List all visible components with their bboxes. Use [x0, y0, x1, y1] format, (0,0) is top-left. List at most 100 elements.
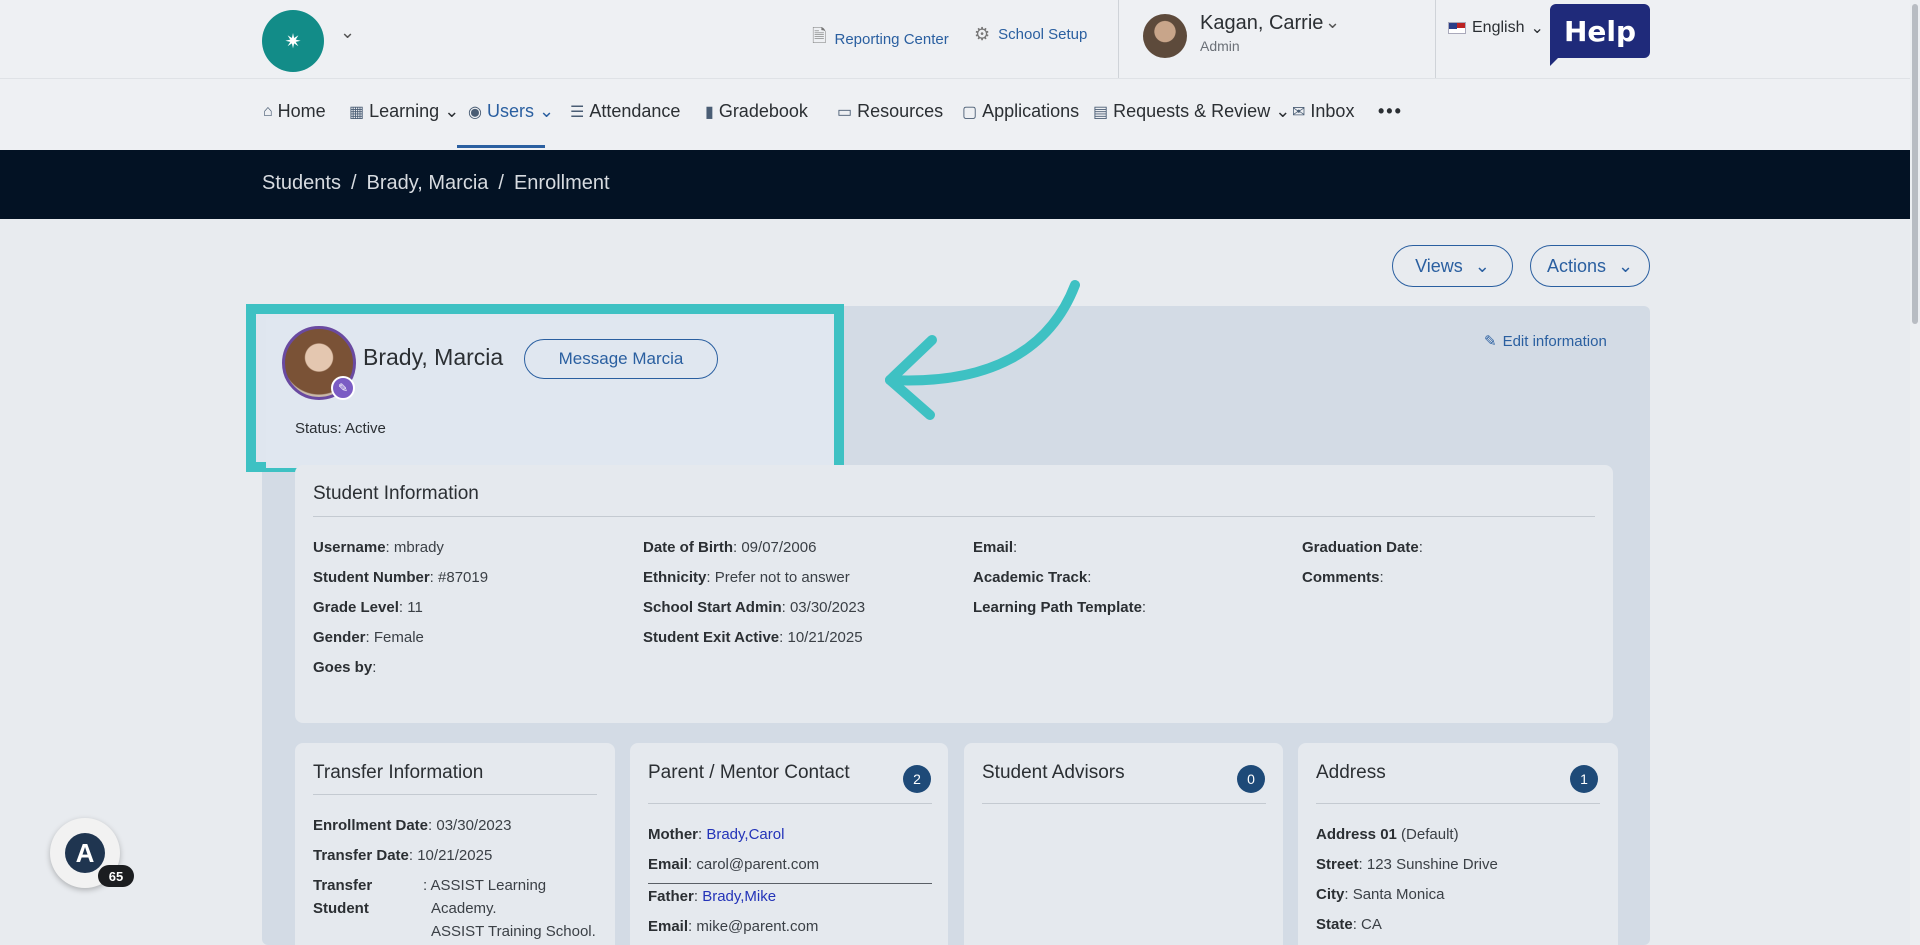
field-username: Username: mbrady	[313, 539, 444, 556]
chevron-down-icon: ⌄	[444, 101, 460, 121]
laptop-icon: ▭	[837, 103, 853, 121]
field-learning-path: Learning Path Template:	[973, 599, 1147, 616]
mother-link[interactable]: Brady,Carol	[706, 826, 784, 843]
breadcrumb-band: Students / Brady, Marcia / Enrollment	[0, 150, 1920, 219]
nav-item-inbox[interactable]: ✉ Inbox	[1292, 101, 1354, 122]
field-transfer-date: Transfer Date: 10/21/2025	[313, 847, 493, 864]
pointer-arrow-icon	[885, 280, 1080, 420]
divider	[313, 794, 597, 795]
book-icon: ▮	[705, 103, 714, 121]
scrollbar-thumb[interactable]	[1912, 4, 1918, 324]
pencil-icon: ✎	[1484, 333, 1497, 350]
nav-item-home[interactable]: ⌂ Home	[263, 101, 326, 122]
field-graduation-date: Graduation Date:	[1302, 539, 1423, 556]
nav-label: Learning	[369, 101, 440, 121]
clipboard-icon: ▤	[1093, 103, 1109, 121]
nav-label: Applications	[982, 101, 1080, 121]
edit-information-label: Edit information	[1502, 332, 1607, 350]
notification-count-badge: 65	[98, 865, 134, 887]
avatar[interactable]	[1143, 14, 1187, 58]
field-gender: Gender: Female	[313, 629, 424, 646]
chevron-down-icon: ⌄	[538, 101, 555, 121]
field-transfer-student-label: Student	[313, 900, 369, 917]
nav-item-users[interactable]: ◉ Users ⌄	[468, 101, 554, 122]
help-button[interactable]: Help	[1550, 4, 1650, 58]
message-student-button[interactable]: Message Marcia	[524, 339, 718, 379]
nav-label: Users	[486, 101, 534, 121]
field-transfer-student-label: Transfer	[313, 877, 373, 894]
divider	[648, 803, 932, 804]
field-comments: Comments:	[1302, 569, 1384, 586]
field-student-exit: Student Exit Active: 10/21/2025	[643, 629, 863, 646]
field-transfer-student-value: : ASSIST Learning	[423, 877, 547, 894]
field-mother-email: Email: carol@parent.com	[648, 856, 820, 873]
field-city: City: Santa Monica	[1316, 886, 1445, 903]
nav-label: Attendance	[589, 101, 681, 121]
school-setup-label: School Setup	[998, 26, 1088, 43]
nav-item-attendance[interactable]: ☰ Attendance	[570, 101, 680, 122]
divider	[1316, 803, 1600, 804]
breadcrumb-separator: /	[350, 172, 357, 194]
nav-label: Resources	[857, 101, 944, 121]
chevron-down-icon: ⌄	[1275, 101, 1291, 121]
breadcrumb-enrollment: Enrollment	[513, 172, 610, 194]
school-logo[interactable]: ✷	[262, 10, 324, 72]
field-school-start: School Start Admin: 03/30/2023	[643, 599, 866, 616]
field-street: Street: 123 Sunshine Drive	[1316, 856, 1498, 873]
user-circle-icon: ◉	[468, 103, 482, 121]
reporting-center-label: Reporting Center	[834, 30, 949, 48]
breadcrumb-separator: /	[498, 172, 504, 194]
nav-item-gradebook[interactable]: ▮ Gradebook	[705, 101, 808, 122]
panel-title: Parent / Mentor Contact	[648, 762, 850, 783]
field-grade-level: Grade Level: 11	[313, 599, 423, 616]
field-ethnicity: Ethnicity: Prefer not to answer	[643, 569, 850, 586]
chat-icon: ▢	[962, 103, 978, 121]
edit-information-link[interactable]: ✎ Edit information	[1484, 332, 1607, 351]
chevron-down-icon: ⌄	[1530, 20, 1544, 37]
father-link[interactable]: Brady,Mike	[702, 888, 776, 905]
breadcrumb-students[interactable]: Students	[262, 172, 341, 195]
views-label: Views	[1415, 255, 1463, 276]
nav-item-resources[interactable]: ▭ Resources	[837, 101, 943, 122]
divider	[1435, 0, 1436, 78]
pencil-icon[interactable]: ✎	[331, 376, 355, 400]
school-setup-link[interactable]: ⚙ School Setup	[974, 24, 1087, 45]
nav-item-learning[interactable]: ▦ Learning ⌄	[349, 101, 459, 122]
language-label: English	[1472, 19, 1525, 36]
assistant-logo-icon: A	[65, 833, 105, 873]
panel-title: Address	[1316, 762, 1386, 783]
field-academic-track: Academic Track:	[973, 569, 1092, 586]
field-email: Email:	[973, 539, 1018, 556]
reporting-center-link[interactable]: 🗎 Reporting Center	[812, 24, 949, 54]
student-information-panel	[295, 465, 1613, 723]
chevron-down-icon: ⌄	[1474, 255, 1490, 276]
active-tab-indicator	[457, 145, 545, 148]
language-selector[interactable]: English ⌄	[1448, 18, 1544, 38]
chevron-down-icon[interactable]: ⌄	[340, 22, 355, 43]
mail-icon: ✉	[1292, 103, 1306, 121]
field-enrollment-date: Enrollment Date: 03/30/2023	[313, 817, 512, 834]
top-header: ✷ ⌄ 🗎 Reporting Center ⚙ School Setup Ka…	[0, 0, 1920, 78]
user-name[interactable]: Kagan, Carrie	[1200, 12, 1323, 35]
panel-title: Student Information	[313, 483, 479, 504]
document-icon: 🗎	[812, 26, 827, 46]
nav-item-requests-review[interactable]: ▤ Requests & Review ⌄	[1093, 101, 1290, 122]
field-state: State: CA	[1316, 916, 1382, 933]
count-badge: 0	[1237, 765, 1265, 793]
actions-dropdown[interactable]: Actions ⌄	[1530, 245, 1650, 287]
nav-label: Gradebook	[718, 101, 808, 121]
panel-title: Student Advisors	[982, 762, 1125, 783]
views-dropdown[interactable]: Views ⌄	[1392, 245, 1513, 287]
student-name: Brady, Marcia	[363, 344, 504, 370]
grid-icon: ▦	[349, 103, 365, 121]
main-nav: ⌂ Home ▦ Learning ⌄ ◉ Users ⌄ ☰ Attendan…	[0, 78, 1920, 150]
divider	[313, 516, 1595, 517]
field-student-number: Student Number: #87019	[313, 569, 489, 586]
home-icon: ⌂	[263, 102, 273, 120]
field-transfer-student-value: Academy.	[431, 900, 497, 917]
nav-item-applications[interactable]: ▢ Applications	[962, 101, 1079, 122]
us-flag-icon	[1448, 22, 1466, 34]
breadcrumb-student[interactable]: Brady, Marcia	[367, 172, 489, 195]
chevron-down-icon[interactable]: ⌄	[1325, 12, 1340, 33]
more-menu-button[interactable]: •••	[1378, 101, 1403, 122]
